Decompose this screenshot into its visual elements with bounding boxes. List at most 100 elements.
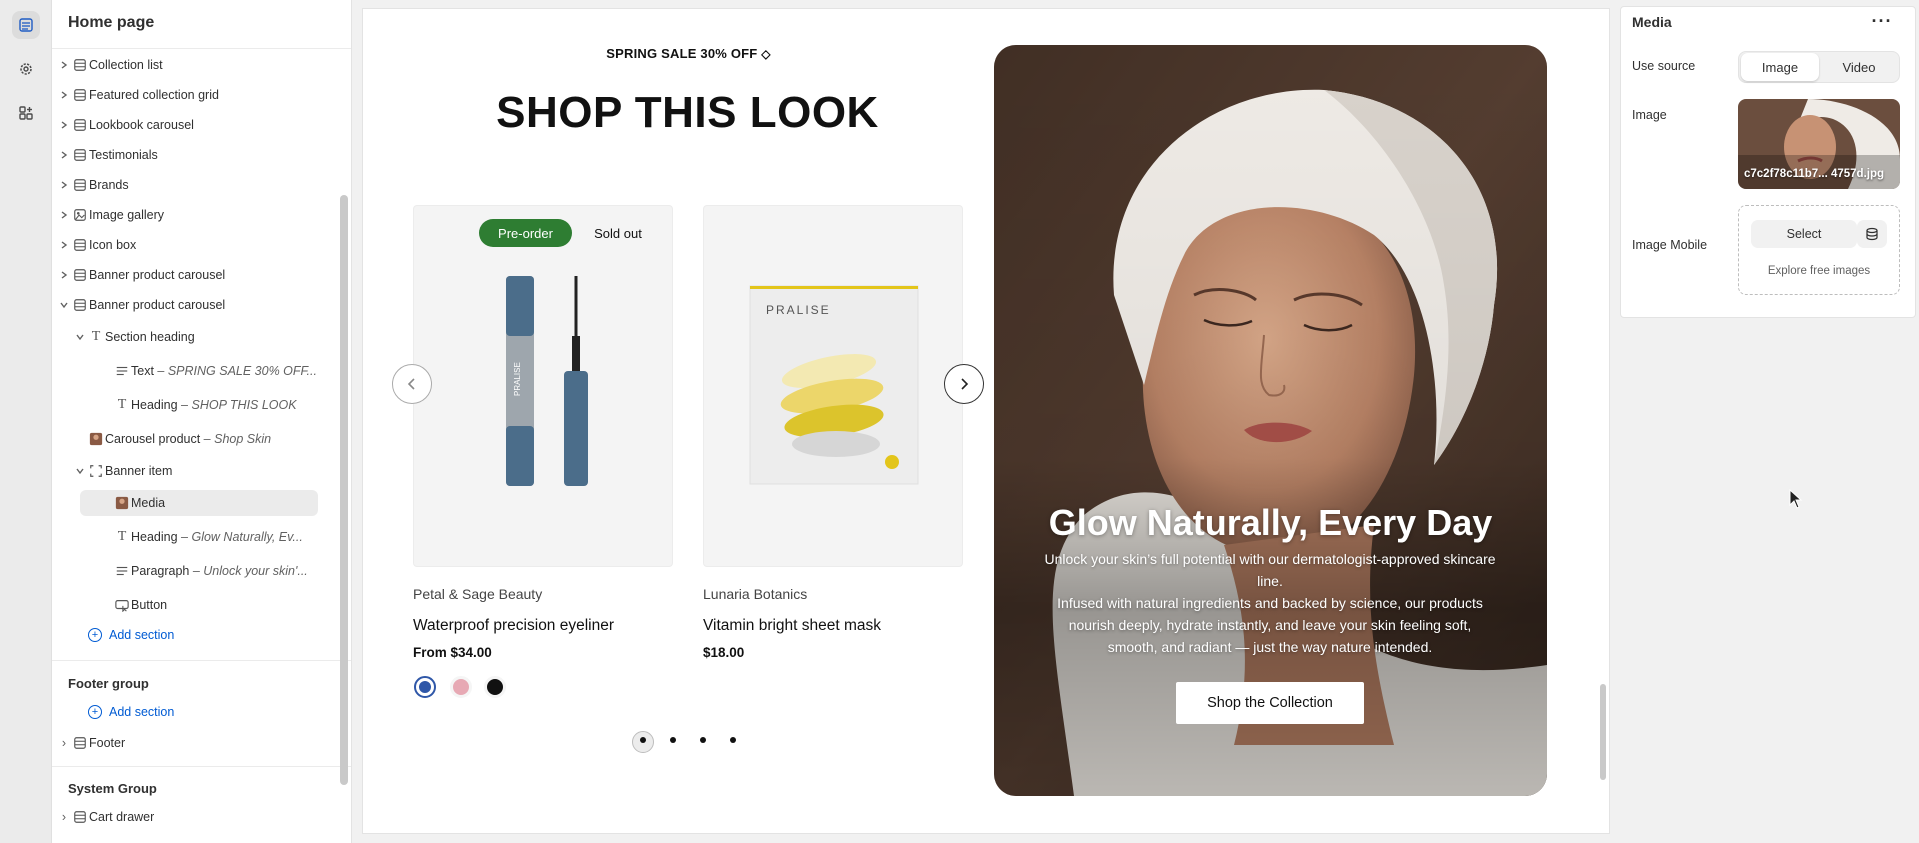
paragraph-icon <box>114 363 130 379</box>
pagination-dot[interactable] <box>640 737 646 743</box>
item-name: Testimonials <box>89 148 158 162</box>
chevron-right-icon[interactable] <box>58 179 70 191</box>
item-name: Collection list <box>89 58 163 72</box>
sidebar-item-testimonials[interactable]: Testimonials <box>52 142 332 168</box>
pagination-dot[interactable] <box>730 737 736 743</box>
product-brand-text: PRALISE <box>766 303 831 317</box>
sidebar-item-banner-product-carousel-expanded[interactable]: Banner product carousel <box>52 292 332 318</box>
sidebar-item-paragraph[interactable]: Paragraph – Unlock your skin'... <box>52 558 332 584</box>
source-option-video[interactable]: Video <box>1820 53 1898 81</box>
sidebar-item-label: Lookbook carousel <box>89 118 194 132</box>
apps-icon[interactable] <box>12 99 40 127</box>
chevron-down-icon[interactable] <box>74 331 86 343</box>
swatch-blue[interactable] <box>414 676 436 698</box>
sidebar-item-lookbook-carousel[interactable]: Lookbook carousel <box>52 112 332 138</box>
text-heading-icon: T <box>91 329 101 344</box>
add-section-button[interactable]: + Add section <box>88 628 174 642</box>
section-icon <box>72 809 88 825</box>
text-heading-icon: T <box>117 397 127 412</box>
sidebar-item-carousel-product[interactable]: Carousel product – Shop Skin <box>52 426 332 452</box>
banner-paragraph: Unlock your skin’s full potential with o… <box>1044 548 1496 658</box>
sidebar-item-media[interactable]: Media <box>80 490 318 516</box>
sidebar-item-label: Banner item <box>105 464 172 478</box>
sidebar-item-label: Testimonials <box>89 148 158 162</box>
item-name: Image gallery <box>89 208 165 222</box>
product-name[interactable]: Vitamin bright sheet mask <box>703 617 881 635</box>
item-name: Carousel product <box>105 432 201 446</box>
sidebar-item-button[interactable]: Button <box>52 592 332 618</box>
button-icon <box>114 597 130 613</box>
product-vendor: Lunaria Botanics <box>703 586 808 602</box>
chevron-right-icon[interactable]: › <box>58 736 70 750</box>
chevron-down-icon[interactable] <box>74 465 86 477</box>
sidebar-item-collection-list[interactable]: Collection list <box>52 52 332 78</box>
mouse-cursor-icon <box>1789 489 1803 509</box>
paragraph-icon <box>114 563 130 579</box>
chevron-right-icon[interactable] <box>58 89 70 101</box>
sidebar-item-cart-drawer[interactable]: › Cart drawer <box>52 804 332 830</box>
sidebar-item-text[interactable]: Text – SPRING SALE 30% OFF... <box>52 358 332 384</box>
sidebar-item-heading-banner[interactable]: T Heading – Glow Naturally, Ev... <box>52 524 332 550</box>
divider <box>52 48 351 49</box>
sidebar-item-featured-collection-grid[interactable]: Featured collection grid <box>52 82 332 108</box>
carousel-prev-button[interactable] <box>392 364 432 404</box>
carousel-next-button[interactable] <box>944 364 984 404</box>
item-note: – SHOP THIS LOOK <box>177 398 297 412</box>
sidebar-item-image-gallery[interactable]: Image gallery <box>52 202 332 228</box>
product-image[interactable]: PRALISE <box>703 205 963 567</box>
sidebar-item-icon-box[interactable]: Icon box <box>52 232 332 258</box>
stack-icon[interactable] <box>1857 220 1887 248</box>
chevron-right-icon[interactable] <box>58 119 70 131</box>
preview-scrollbar[interactable] <box>1600 684 1606 780</box>
source-option-image[interactable]: Image <box>1741 53 1819 81</box>
sidebar-item-banner-product-carousel[interactable]: Banner product carousel <box>52 262 332 288</box>
sidebar-item-footer[interactable]: › Footer <box>52 730 332 756</box>
footer-add-section-button[interactable]: + Add section <box>88 705 174 719</box>
section-icon <box>72 117 88 133</box>
sections-icon[interactable] <box>12 11 40 39</box>
settings-gear-icon[interactable] <box>12 55 40 83</box>
pagination-dot[interactable] <box>670 737 676 743</box>
item-name: Heading <box>131 398 178 412</box>
more-options-icon[interactable]: ··· <box>1872 11 1892 31</box>
sidebar-item-label: Heading – SHOP THIS LOOK <box>131 398 297 412</box>
chevron-down-icon[interactable] <box>58 299 70 311</box>
sidebar-item-label: Paragraph – Unlock your skin'... <box>131 564 308 578</box>
sidebar-scrollbar[interactable] <box>340 195 348 785</box>
sidebar-item-brands[interactable]: Brands <box>52 172 332 198</box>
product-vendor: Petal & Sage Beauty <box>413 586 543 602</box>
sidebar-item-label: Icon box <box>89 238 136 252</box>
image-mobile-dropzone[interactable] <box>1738 205 1900 295</box>
swatch-fill <box>419 681 431 693</box>
image-filename: c7c2f78c11b7... 4757d.jpg <box>1744 168 1885 180</box>
chevron-right-icon[interactable] <box>58 149 70 161</box>
sidebar-item-label: Section heading <box>105 330 195 344</box>
product-image[interactable]: PRALISE <box>413 205 673 567</box>
sidebar-item-label: Media <box>131 496 165 510</box>
chevron-right-icon[interactable] <box>58 209 70 221</box>
sidebar-item-section-heading[interactable]: T Section heading <box>52 324 332 350</box>
section-icon <box>72 57 88 73</box>
sidebar-item-heading[interactable]: T Heading – SHOP THIS LOOK <box>52 392 332 418</box>
item-note: – Shop Skin <box>200 432 272 446</box>
swatch-black[interactable] <box>484 676 506 698</box>
sidebar-item-label: Text – SPRING SALE 30% OFF... <box>131 364 317 378</box>
product-name[interactable]: Waterproof precision eyeliner <box>413 617 614 635</box>
chevron-right-icon[interactable] <box>58 59 70 71</box>
sidebar-item-banner-item[interactable]: Banner item <box>52 458 332 484</box>
item-name: Banner item <box>105 464 173 478</box>
image-mobile-label: Image Mobile <box>1632 238 1708 252</box>
pagination-dot[interactable] <box>700 737 706 743</box>
add-section-label: Add section <box>109 705 175 719</box>
chevron-right-icon[interactable] <box>58 269 70 281</box>
chevron-right-icon[interactable] <box>58 239 70 251</box>
item-name: Section heading <box>105 330 195 344</box>
sidebar-item-label: Featured collection grid <box>89 88 219 102</box>
explore-free-images-link[interactable]: Explore free images <box>1738 265 1900 277</box>
chevron-right-icon[interactable]: › <box>58 810 70 824</box>
shop-collection-button[interactable]: Shop the Collection <box>1176 682 1364 724</box>
banner-paragraph-line: Unlock your skin’s full potential with o… <box>1044 551 1496 589</box>
select-image-button[interactable]: Select <box>1751 220 1857 248</box>
sidebar-item-label: Banner product carousel <box>89 268 225 282</box>
swatch-pink[interactable] <box>450 676 472 698</box>
